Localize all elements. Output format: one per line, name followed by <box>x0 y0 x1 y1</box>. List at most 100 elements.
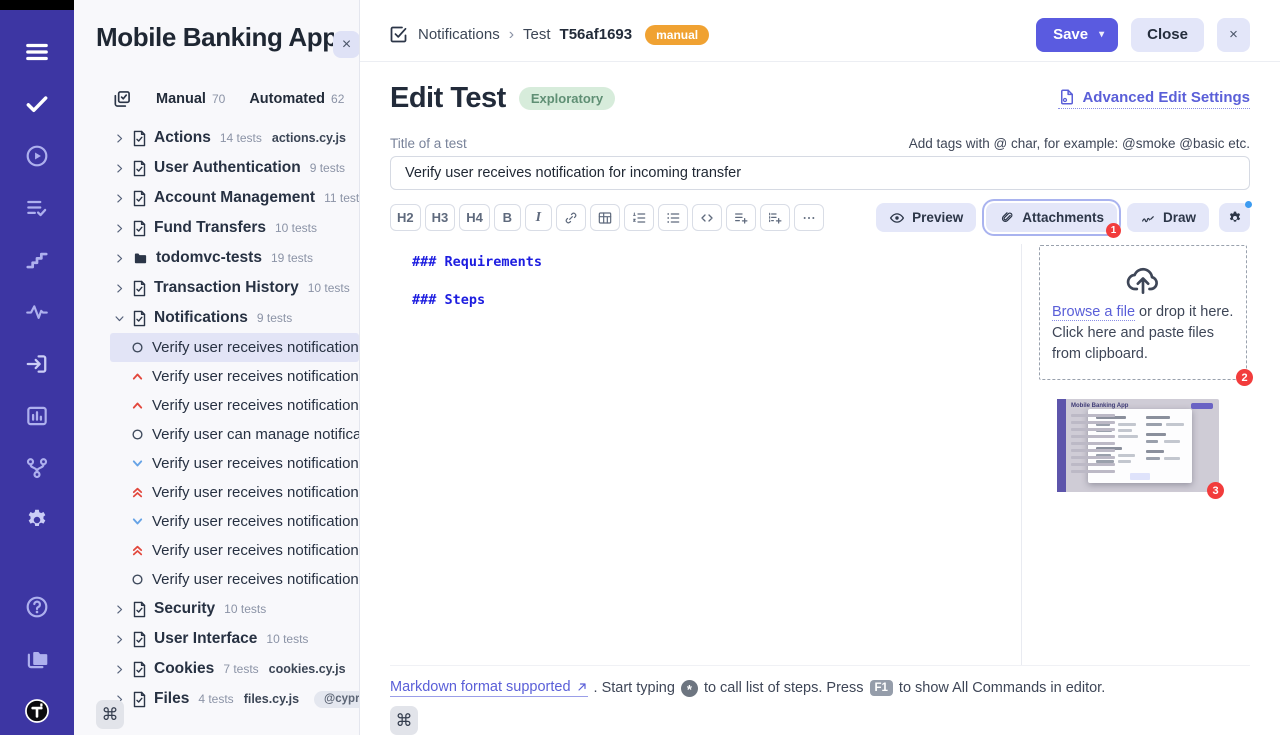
tree-suite-user-interface[interactable]: User Interface10 tests <box>74 624 359 654</box>
breadcrumb-section[interactable]: Notifications <box>418 26 500 43</box>
test-tree: Actions14 testsactions.cy.js@cyUser Auth… <box>74 123 359 714</box>
tree-suite-todomvc-tests[interactable]: todomvc-tests19 tests <box>74 243 359 273</box>
edit-test-content: Edit Test Exploratory Advanced Edit Sett… <box>360 62 1280 735</box>
thumbnail-decoration <box>1071 470 1115 473</box>
chevron-right-icon[interactable] <box>114 664 125 675</box>
attachment-thumbnail[interactable]: 3 Mobile Banking App <box>1057 399 1219 492</box>
chevron-right-icon[interactable] <box>114 283 125 294</box>
command-palette-button[interactable]: ⌘ <box>96 700 124 729</box>
chevron-right-icon[interactable] <box>114 253 125 264</box>
advanced-edit-settings-link[interactable]: Advanced Edit Settings <box>1058 88 1250 109</box>
project-title: Mobile Banking App <box>96 22 334 53</box>
import-icon[interactable] <box>23 350 51 378</box>
thumbnail-decoration <box>1146 416 1170 419</box>
tab-manual[interactable]: Manual 70 <box>156 91 225 107</box>
thumbnail-decoration <box>1146 457 1160 460</box>
draw-button[interactable]: Draw <box>1127 203 1209 232</box>
tree-test-row[interactable]: Verify user receives notification <box>110 362 359 391</box>
page-title: Edit Test <box>390 82 506 115</box>
thumbnail-decoration <box>1071 435 1115 438</box>
h2-button[interactable]: H2 <box>390 204 421 231</box>
thumbnail-decoration <box>1118 435 1138 438</box>
file-icon <box>132 220 147 237</box>
link-icon-button[interactable] <box>556 204 586 231</box>
tree-test-row-selected[interactable]: Verify user receives notification <box>110 333 359 362</box>
steps-icon[interactable] <box>23 246 51 274</box>
app-root: Mobile Banking App × Manual 70 Automated… <box>0 0 1280 735</box>
thumbnail-decoration <box>1191 403 1213 409</box>
settings-icon[interactable] <box>23 506 51 534</box>
chevron-right-icon[interactable] <box>114 133 125 144</box>
priority-high-icon <box>131 370 144 383</box>
file-dropzone[interactable]: Browse a file or drop it here. Click her… <box>1039 245 1247 380</box>
chevron-right-icon[interactable] <box>114 634 125 645</box>
check-icon[interactable] <box>23 90 51 118</box>
close-x-button[interactable]: × <box>1217 18 1250 52</box>
bold-button[interactable]: B <box>494 204 521 231</box>
caret-down-icon[interactable]: ▾ <box>1099 29 1104 40</box>
menu-icon[interactable] <box>23 38 51 66</box>
h4-button[interactable]: H4 <box>459 204 490 231</box>
tree-suite-user-authentication[interactable]: User Authentication9 tests <box>74 153 359 183</box>
help-icon[interactable] <box>23 593 51 621</box>
notification-dot <box>1245 201 1252 208</box>
f1-key-badge: F1 <box>870 680 893 696</box>
tree-suite-notifications[interactable]: Notifications9 tests <box>74 303 359 333</box>
tree-test-row[interactable]: Verify user receives notification <box>110 507 359 536</box>
close-button[interactable]: Close <box>1131 18 1204 52</box>
projects-icon[interactable] <box>23 645 51 673</box>
tree-test-row[interactable]: Verify user receives notification <box>110 565 359 594</box>
tree-suite-fund-transfers[interactable]: Fund Transfers10 tests <box>74 213 359 243</box>
tree-test-row[interactable]: Verify user receives notification <box>110 391 359 420</box>
chevron-right-icon[interactable] <box>114 223 125 234</box>
list-check-icon[interactable] <box>23 194 51 222</box>
test-id: T56af1693 <box>560 26 633 43</box>
more-icon-button[interactable] <box>794 204 824 231</box>
test-title-input[interactable] <box>390 156 1250 190</box>
tree-suite-security[interactable]: Security10 tests <box>74 594 359 624</box>
play-circle-icon[interactable] <box>23 142 51 170</box>
tab-automated[interactable]: Automated 62 <box>249 91 344 107</box>
chevron-right-icon[interactable] <box>114 163 125 174</box>
editor-toolbar: H2H3H4BI Preview Attachments 1 Draw <box>390 203 1250 232</box>
activity-icon[interactable] <box>23 298 51 326</box>
browse-file-link[interactable]: Browse a file <box>1052 304 1135 321</box>
tree-suite-cookies[interactable]: Cookies7 testscookies.cy.js@cy <box>74 654 359 684</box>
file-icon <box>132 280 147 297</box>
chevron-right-icon[interactable] <box>114 193 125 204</box>
thumbnail-decoration <box>1071 414 1115 417</box>
file-icon <box>132 601 147 618</box>
italic-button[interactable]: I <box>525 204 552 231</box>
testomat-logo-icon[interactable] <box>23 697 51 725</box>
doc-gear-icon <box>1058 88 1076 106</box>
h3-button[interactable]: H3 <box>425 204 456 231</box>
tree-suite-actions[interactable]: Actions14 testsactions.cy.js@cy <box>74 123 359 153</box>
bullet-list-icon-button[interactable] <box>658 204 688 231</box>
markdown-editor[interactable]: ### Requirements### Steps <box>390 244 1021 665</box>
chevron-down-icon[interactable] <box>114 313 125 324</box>
numbered-list-icon-button[interactable] <box>624 204 654 231</box>
attachments-button[interactable]: Attachments 1 <box>986 203 1117 232</box>
tree-suite-account-management[interactable]: Account Management11 tests <box>74 183 359 213</box>
tree-test-row[interactable]: Verify user can manage notifications <box>110 420 359 449</box>
code-icon-button[interactable] <box>692 204 722 231</box>
preview-button[interactable]: Preview <box>876 203 976 232</box>
branch-icon[interactable] <box>23 454 51 482</box>
editor-settings-button[interactable] <box>1219 203 1250 232</box>
command-palette-button-editor[interactable]: ⌘ <box>390 706 418 735</box>
tree-suite-transaction-history[interactable]: Transaction History10 tests <box>74 273 359 303</box>
dropzone-step-badge: 2 <box>1236 369 1253 386</box>
table-icon-button[interactable] <box>590 204 620 231</box>
chevron-right-icon[interactable] <box>114 604 125 615</box>
markdown-format-link[interactable]: Markdown format supported <box>390 679 588 697</box>
tree-test-row[interactable]: Verify user receives notification <box>110 536 359 565</box>
main-area: Notifications › Test T56af1693 manual Sa… <box>360 0 1280 735</box>
tree-test-row[interactable]: Verify user receives notification <box>110 449 359 478</box>
insert-steps-icon-button[interactable] <box>760 204 790 231</box>
tree-test-row[interactable]: Verify user receives notification <box>110 478 359 507</box>
insert-list-icon-button[interactable] <box>726 204 756 231</box>
save-button[interactable]: Save ▾ <box>1036 18 1118 52</box>
chart-icon[interactable] <box>23 402 51 430</box>
editor-line <box>412 273 1021 292</box>
project-close-button[interactable]: × <box>333 31 360 58</box>
